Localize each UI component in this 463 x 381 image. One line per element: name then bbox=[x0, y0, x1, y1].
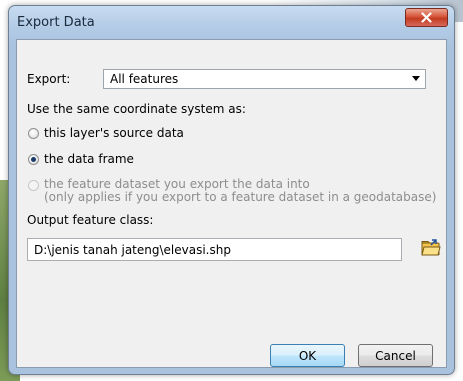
export-label: Export: bbox=[27, 72, 71, 86]
dialog-title: Export Data bbox=[17, 15, 95, 30]
radio-data-frame-label[interactable]: the data frame bbox=[44, 152, 134, 166]
radio-layer-source-label[interactable]: this layer's source data bbox=[44, 126, 184, 140]
radio-layer-source[interactable] bbox=[28, 128, 39, 139]
export-select[interactable]: All features bbox=[103, 69, 426, 89]
coordinate-system-heading: Use the same coordinate system as: bbox=[27, 102, 246, 116]
output-label: Output feature class: bbox=[27, 213, 154, 227]
radio-data-frame[interactable] bbox=[28, 154, 39, 165]
export-selected-value: All features bbox=[110, 72, 179, 86]
radio-feature-dataset-note: (only applies if you export to a feature… bbox=[44, 190, 437, 204]
output-path-input[interactable] bbox=[28, 239, 401, 260]
ok-button[interactable]: OK bbox=[270, 344, 345, 367]
browse-button[interactable] bbox=[420, 237, 442, 259]
radio-feature-dataset-label: the feature dataset you export the data … bbox=[44, 177, 310, 191]
radio-feature-dataset bbox=[28, 180, 39, 191]
cancel-button[interactable]: Cancel bbox=[358, 344, 433, 367]
output-path-field[interactable] bbox=[27, 238, 402, 261]
close-button[interactable] bbox=[405, 8, 448, 27]
export-data-dialog: Export Data Export: All features Use the… bbox=[8, 5, 455, 375]
radio-selected-dot bbox=[31, 157, 36, 162]
open-folder-icon bbox=[421, 239, 441, 256]
dialog-body: Export: All features Use the same coordi… bbox=[16, 39, 447, 368]
chevron-down-icon bbox=[412, 76, 420, 81]
close-x-icon bbox=[421, 12, 432, 23]
